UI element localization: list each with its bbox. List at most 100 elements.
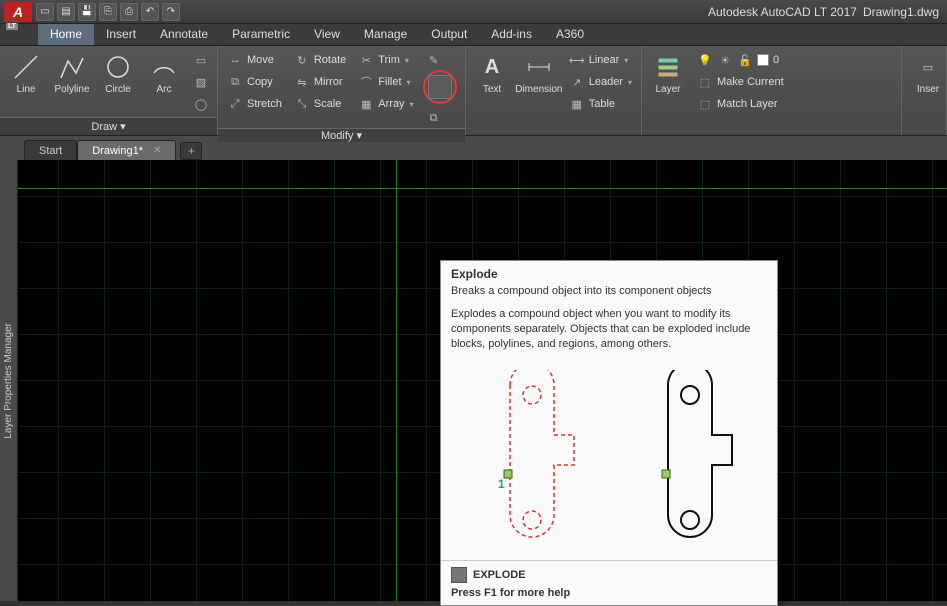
sun-icon: ☀ [717, 52, 733, 68]
tab-insert[interactable]: Insert [94, 24, 148, 45]
move-icon: ↔ [227, 52, 243, 68]
rect-icon: ▭ [193, 52, 209, 68]
diagram-label: 1 [498, 477, 505, 491]
draw-extra-1[interactable]: ▭ [190, 50, 212, 70]
circle-label: Circle [105, 84, 131, 95]
ribbon-tabs: Home Insert Annotate Parametric View Man… [0, 24, 947, 46]
rotate-button[interactable]: ↻Rotate [291, 50, 349, 70]
tab-output[interactable]: Output [419, 24, 479, 45]
mirror-button[interactable]: ⇋Mirror [291, 72, 349, 92]
explode-button-highlighted[interactable] [423, 70, 457, 104]
make-current-button[interactable]: ⬚Make Current [694, 72, 895, 92]
qat-saveas-icon[interactable]: ⎘ [99, 3, 117, 21]
arc-button[interactable]: Arc [144, 50, 184, 97]
qat-save-icon[interactable]: 💾 [78, 3, 96, 21]
offset-button[interactable]: ⧉ [423, 108, 457, 128]
panel-layers: Layer 💡 ☀ 🔓 0 ⬚Make Current ⬚Match Layer [642, 46, 902, 135]
tab-a360[interactable]: A360 [544, 24, 596, 45]
document-tabs: Start Drawing1* ✕ + [0, 136, 947, 160]
doc-tab-start[interactable]: Start [24, 140, 77, 160]
copy-icon: ⧉ [227, 74, 243, 90]
workspace: Layer Properties Manager Explode Breaks … [0, 160, 947, 601]
panel-draw-title[interactable]: Draw ▾ [0, 117, 217, 135]
match-layer-icon: ⬚ [697, 96, 713, 112]
panel-draw: Line Polyline Circle Arc ▭ ▨ ◯ Draw ▾ [0, 46, 218, 135]
side-panel-label: Layer Properties Manager [3, 323, 14, 439]
qat-plot-icon[interactable]: ⎙ [120, 3, 138, 21]
fillet-icon: ⌒ [358, 74, 374, 90]
stretch-button[interactable]: ⤢Stretch [224, 94, 285, 114]
scale-button[interactable]: ⤡Scale [291, 94, 349, 114]
circle-icon [103, 52, 133, 82]
tooltip-command: EXPLODE [451, 567, 767, 583]
layer-state-row[interactable]: 💡 ☀ 🔓 0 [694, 50, 895, 70]
tab-view[interactable]: View [302, 24, 352, 45]
title-bar: A LT ▭ ▤ 💾 ⎘ ⎙ ↶ ↷ Autodesk AutoCAD LT 2… [0, 0, 947, 24]
copy-button[interactable]: ⧉Copy [224, 72, 285, 92]
tab-parametric[interactable]: Parametric [220, 24, 302, 45]
tooltip-diagram: 1 [441, 360, 777, 560]
qat-open-icon[interactable]: ▤ [57, 3, 75, 21]
arc-icon [149, 52, 179, 82]
offset-icon: ⧉ [426, 110, 442, 126]
text-button[interactable]: A Text [472, 50, 512, 97]
insert-icon: ▭ [913, 52, 943, 82]
panel-insert: ▭ Inser [902, 46, 947, 135]
qat-undo-icon[interactable]: ↶ [141, 3, 159, 21]
polyline-label: Polyline [54, 84, 89, 95]
tooltip-subtitle: Breaks a compound object into its compon… [441, 283, 777, 305]
linear-button[interactable]: ⟷Linear▾ [566, 50, 635, 70]
tab-home[interactable]: Home [38, 24, 94, 45]
axis-horizontal [18, 188, 947, 189]
qat-redo-icon[interactable]: ↷ [162, 3, 180, 21]
quick-access-toolbar: ▭ ▤ 💾 ⎘ ⎙ ↶ ↷ [32, 3, 180, 21]
panel-modify-title[interactable]: Modify ▾ [218, 128, 465, 142]
move-button[interactable]: ↔Move [224, 50, 285, 70]
close-icon[interactable]: ✕ [153, 145, 161, 156]
app-name: Autodesk AutoCAD LT 2017 [708, 5, 863, 19]
logo-letter: A [13, 4, 23, 20]
erase-icon: ✎ [426, 52, 442, 68]
stretch-icon: ⤢ [227, 96, 243, 112]
insert-button[interactable]: ▭ Inser [908, 50, 947, 97]
table-button[interactable]: ▦Table [566, 94, 635, 114]
circle-button[interactable]: Circle [98, 50, 138, 97]
array-button[interactable]: ▦Array▾ [355, 94, 416, 114]
trim-button[interactable]: ✂Trim▾ [355, 50, 416, 70]
tab-addins[interactable]: Add-ins [479, 24, 544, 45]
tab-manage[interactable]: Manage [352, 24, 419, 45]
app-logo[interactable]: A LT [4, 2, 32, 22]
axis-vertical [396, 160, 397, 601]
command-icon [451, 567, 467, 583]
qat-new-icon[interactable]: ▭ [36, 3, 54, 21]
trim-icon: ✂ [358, 52, 374, 68]
dimension-icon [524, 52, 554, 82]
doc-tab-current[interactable]: Drawing1* ✕ [77, 140, 176, 160]
hatch-icon: ▨ [193, 74, 209, 90]
line-icon [11, 52, 41, 82]
polyline-icon [57, 52, 87, 82]
tab-annotate[interactable]: Annotate [148, 24, 220, 45]
add-tab-button[interactable]: + [180, 142, 202, 160]
explode-icon [428, 75, 452, 99]
array-icon: ▦ [358, 96, 374, 112]
rotate-icon: ↻ [294, 52, 310, 68]
line-button[interactable]: Line [6, 50, 46, 97]
layer-properties-button[interactable]: Layer [648, 50, 688, 97]
arc-label: Arc [157, 84, 172, 95]
tooltip-help: Press F1 for more help [451, 587, 767, 599]
leader-button[interactable]: ↗Leader▾ [566, 72, 635, 92]
match-layer-button[interactable]: ⬚Match Layer [694, 94, 895, 114]
ellipse-icon: ◯ [193, 96, 209, 112]
ribbon: Line Polyline Circle Arc ▭ ▨ ◯ Draw ▾ [0, 46, 947, 136]
polyline-button[interactable]: Polyline [52, 50, 92, 97]
layer-properties-icon [653, 52, 683, 82]
erase-button[interactable]: ✎ [423, 50, 457, 70]
diagram-after-icon [628, 370, 748, 550]
mirror-icon: ⇋ [294, 74, 310, 90]
layer-properties-panel-collapsed[interactable]: Layer Properties Manager [0, 160, 18, 601]
fillet-button[interactable]: ⌒Fillet▾ [355, 72, 416, 92]
draw-extra-3[interactable]: ◯ [190, 94, 212, 114]
draw-extra-2[interactable]: ▨ [190, 72, 212, 92]
dimension-button[interactable]: Dimension [518, 50, 560, 97]
